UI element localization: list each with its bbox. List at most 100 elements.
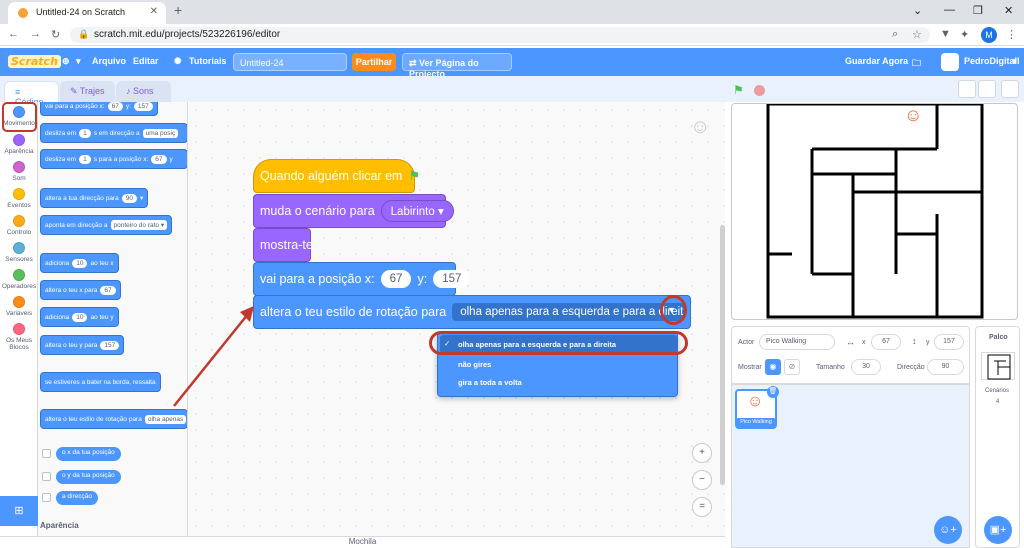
set-y-block[interactable]: altera o teu y para 157	[40, 335, 125, 355]
maximize-icon[interactable]: ❐	[973, 4, 983, 17]
secs-input[interactable]: 1	[79, 154, 91, 164]
value-input[interactable]: 157	[100, 340, 120, 350]
value-input[interactable]: 67	[100, 285, 116, 295]
change-y-block[interactable]: adiciona 10 ao teu y	[40, 307, 119, 327]
back-icon[interactable]: ←	[8, 28, 19, 40]
y-position-reporter[interactable]: o y da tua posição	[56, 470, 121, 484]
point-towards-block[interactable]: aponta em direcção a ponteiro do rato ▾	[40, 215, 173, 235]
stop-button[interactable]	[754, 85, 765, 96]
y-input[interactable]: 157	[133, 102, 153, 111]
sprite-name-input[interactable]: Pico Walking	[759, 334, 835, 350]
size-input[interactable]: 30	[851, 359, 881, 375]
browser-tab[interactable]: Untitled-24 on Scratch ✕	[8, 2, 166, 24]
direction-picker-icon[interactable]: ▾	[140, 194, 143, 202]
share-button[interactable]: Partilhar	[352, 53, 396, 71]
profile-avatar[interactable]: M	[981, 27, 997, 43]
forward-icon[interactable]: →	[30, 28, 41, 40]
tab-costumes[interactable]: ✎ Trajes	[60, 81, 115, 103]
category-operators[interactable]: Operadores	[0, 269, 38, 290]
extensions-puzzle-icon[interactable]: ✦	[960, 28, 969, 41]
tab-sounds[interactable]: ♪ Sons	[116, 81, 171, 103]
hide-eye-icon[interactable]: ⊘	[784, 359, 800, 375]
backpack-bar[interactable]: Mochila	[0, 536, 725, 548]
value-input[interactable]: 10	[72, 258, 88, 268]
close-tab-icon[interactable]: ✕	[150, 6, 158, 17]
y-input[interactable]: 157	[934, 334, 964, 350]
reload-icon[interactable]: ↻	[51, 28, 60, 41]
zoom-out-button[interactable]: −	[692, 470, 712, 490]
rotation-style-script-block[interactable]: altera o teu estilo de rotação para olha…	[253, 295, 691, 329]
category-sound[interactable]: Som	[0, 161, 38, 182]
direction-input[interactable]: 90	[121, 193, 137, 203]
glide-to-block[interactable]: desliza em 1 s em direcção a uma posiç	[40, 123, 187, 143]
change-x-block[interactable]: adiciona 10 ao teu x	[40, 253, 119, 273]
x-position-reporter[interactable]: o x da tua posição	[56, 447, 121, 461]
category-variables[interactable]: Variáveis	[0, 296, 38, 317]
goto-xy-block[interactable]: vai para a posição x: 67 y: 157	[40, 102, 158, 116]
glide-xy-block[interactable]: desliza em 1 s para a posição x: 67 y	[40, 149, 187, 169]
user-caret[interactable]: ▾	[1012, 56, 1017, 67]
close-window-icon[interactable]: ✕	[1004, 4, 1013, 17]
direction-checkbox[interactable]	[42, 493, 51, 502]
x-position-checkbox[interactable]	[42, 449, 51, 458]
category-sensing[interactable]: Sensores	[0, 242, 38, 263]
set-x-block[interactable]: altera o teu x para 67	[40, 280, 121, 300]
tutorials-menu[interactable]: Tutoriais	[189, 56, 226, 66]
normal-stage-button[interactable]	[978, 80, 996, 98]
target-dropdown[interactable]: uma posiç	[142, 128, 179, 138]
tab-search-icon[interactable]: ⌄	[913, 4, 922, 17]
x-input[interactable]: 67	[151, 154, 167, 164]
x-input[interactable]: 67	[871, 334, 901, 350]
delete-sprite-icon[interactable]: 🗑	[767, 386, 779, 398]
option-all-around[interactable]: gira a toda a volta	[458, 378, 522, 387]
category-my-blocks[interactable]: Os Meus Blocos	[0, 323, 38, 351]
new-tab-button[interactable]: +	[174, 2, 182, 18]
minimize-icon[interactable]: —	[944, 4, 955, 16]
value-input[interactable]: 10	[72, 312, 88, 322]
x-input[interactable]: 67	[107, 102, 123, 111]
fullscreen-button[interactable]	[1001, 80, 1019, 98]
option-dont-rotate[interactable]: não gires	[458, 360, 491, 369]
add-extension-button[interactable]: ⊞	[0, 496, 38, 526]
tutorials-icon[interactable]: ✺	[174, 56, 182, 67]
add-sprite-button[interactable]: ☺+	[934, 516, 962, 544]
pico-sprite-icon[interactable]: ☺	[904, 105, 922, 126]
category-looks[interactable]: Aparência	[0, 134, 38, 155]
category-events[interactable]: Eventos	[0, 188, 38, 209]
small-stage-button[interactable]	[958, 80, 976, 98]
when-flag-clicked-block[interactable]: Quando alguém clicar em ⚑	[253, 159, 420, 193]
extension-icon[interactable]: ▼	[940, 28, 951, 40]
show-eye-icon[interactable]: ◉	[765, 359, 781, 375]
project-title-input[interactable]: Untitled-24	[233, 53, 347, 71]
tab-code[interactable]: ≡ Código	[4, 81, 59, 107]
secs-input[interactable]: 1	[79, 128, 91, 138]
target-dropdown[interactable]: ponteiro do rato ▾	[110, 220, 168, 230]
green-flag-button[interactable]: ⚑	[733, 83, 744, 97]
save-now-button[interactable]: Guardar Agora	[845, 56, 908, 66]
see-project-page-button[interactable]: ⇄ Ver Página do Projecto	[402, 53, 512, 79]
direction-reporter[interactable]: a direcção	[56, 491, 98, 505]
my-stuff-folder-icon[interactable]: 🗀	[912, 56, 921, 72]
y-input[interactable]: 157	[433, 270, 471, 288]
turn-direction-block[interactable]: altera a tua direcção para 90 ▾	[40, 188, 149, 208]
rotation-style-block[interactable]: altera o teu estilo de rotação para olha …	[40, 409, 187, 429]
y-position-checkbox[interactable]	[42, 472, 51, 481]
edit-menu[interactable]: Editar	[133, 56, 159, 66]
zoom-in-button[interactable]: +	[692, 443, 712, 463]
rotation-dropdown[interactable]: olha apenas	[144, 414, 187, 424]
script-scrollbar[interactable]	[720, 225, 725, 485]
direction-input[interactable]: 90	[927, 359, 964, 375]
goto-xy-script-block[interactable]: vai para a posição x: 67 y: 157	[253, 262, 471, 296]
x-input[interactable]: 67	[380, 270, 412, 288]
category-control[interactable]: Controlo	[0, 215, 38, 236]
show-block[interactable]: mostra-te	[253, 228, 313, 262]
chrome-menu-icon[interactable]: ⋮	[1006, 28, 1017, 41]
stage-selector[interactable]: Palco Cenários 4	[975, 326, 1020, 548]
globe-icon[interactable]: ⊕	[62, 56, 70, 67]
stage-canvas[interactable]: ☺	[731, 103, 1018, 320]
file-menu[interactable]: Arquivo	[92, 56, 126, 66]
zoom-icon[interactable]: ⌕	[892, 28, 898, 41]
bounce-block[interactable]: se estiveres a bater na borda, ressalta	[40, 372, 161, 392]
bookmark-star-icon[interactable]: ☆	[912, 28, 922, 41]
backdrop-dropdown[interactable]: Labirinto ▾	[380, 200, 454, 222]
